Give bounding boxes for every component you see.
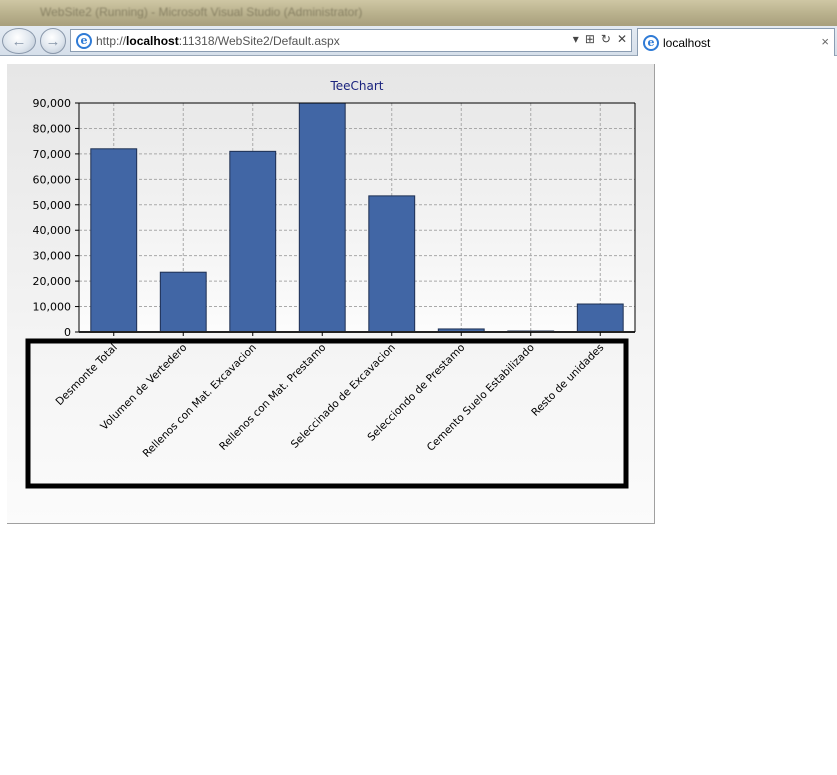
y-tick-label: 20,000 (33, 275, 72, 288)
tab-close-icon[interactable]: × (821, 34, 829, 49)
address-dropdown-icon[interactable]: ▾ (573, 32, 579, 46)
address-tools: ▾ ⊞ ↻ ✕ (573, 32, 627, 46)
bar (229, 150, 277, 333)
bar-chart: TeeChart 0 10,000 20,000 30,000 40,000 50,000 6… (25, 79, 636, 489)
window-titlebar: WebSite2 (Running) - Microsoft Visual St… (0, 0, 837, 26)
bar (298, 102, 346, 333)
y-tick-label: 90,000 (33, 97, 72, 110)
back-arrow-icon: ← (11, 32, 27, 50)
address-url: http://localhost:11318/WebSite2/Default.… (96, 33, 340, 48)
x-tick-label: Rellenos con Mat. Excavacion (141, 342, 259, 460)
compat-view-icon[interactable]: ⊞ (585, 32, 595, 46)
browser-navbar: ← → e http://localhost:11318/WebSite2/De… (0, 26, 837, 56)
bar (90, 148, 138, 333)
y-tick-label: 60,000 (33, 173, 72, 186)
bar (368, 195, 416, 333)
y-tick-label: 30,000 (33, 250, 72, 263)
y-tick-label: 80,000 (33, 122, 72, 135)
back-button[interactable]: ← (2, 28, 36, 54)
x-tick-label: Desmonte Total (54, 342, 120, 408)
y-tick-label: 70,000 (33, 148, 72, 161)
address-bar[interactable]: e http://localhost:11318/WebSite2/Defaul… (70, 29, 632, 52)
y-tick-label: 40,000 (33, 224, 72, 237)
forward-arrow-icon: → (45, 32, 61, 50)
bar (159, 271, 207, 333)
chart-title: TeeChart (329, 79, 383, 93)
y-tick-label: 10,000 (33, 301, 72, 314)
page-content: TeeChart 0 10,000 20,000 30,000 40,000 50,000 6… (0, 57, 837, 775)
x-tick-label: Resto de unidades (529, 342, 606, 419)
forward-button[interactable]: → (40, 28, 66, 54)
refresh-icon[interactable]: ↻ (601, 32, 611, 46)
window-title: WebSite2 (Running) - Microsoft Visual St… (40, 5, 363, 19)
y-tick-label: 0 (64, 326, 71, 339)
tab-title: localhost (663, 35, 711, 50)
stop-icon[interactable]: ✕ (617, 32, 627, 46)
y-tick-label: 50,000 (33, 199, 72, 212)
tab-ie-icon: e (643, 34, 659, 51)
tab-localhost[interactable]: e localhost × (637, 28, 835, 56)
bar (576, 303, 624, 333)
ie-page-icon: e (76, 32, 92, 49)
teechart-panel: TeeChart 0 10,000 20,000 30,000 40,000 50,000 6… (7, 64, 655, 524)
